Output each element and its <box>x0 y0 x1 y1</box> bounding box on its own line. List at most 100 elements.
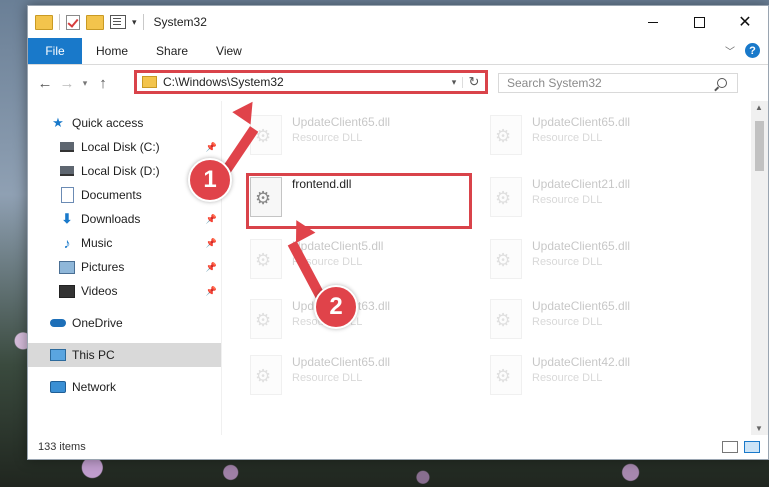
sidebar-item-label: Downloads <box>81 212 141 226</box>
file-type: Resource DLL <box>292 372 363 384</box>
address-dropdown-icon[interactable]: ▾ <box>446 76 463 88</box>
pin-icon[interactable]: 📌 <box>206 142 217 153</box>
file-name: UpdateClient65.dll <box>532 239 631 253</box>
tab-share[interactable]: Share <box>142 44 202 58</box>
search-input[interactable]: Search System32 <box>498 73 738 93</box>
sidebar-item-music[interactable]: ♪ Music 📌 <box>28 231 221 255</box>
sidebar-item-this-pc[interactable]: This PC <box>28 343 221 367</box>
new-folder-icon[interactable] <box>86 14 104 30</box>
title-divider <box>142 14 144 30</box>
back-arrow-icon[interactable]: ← <box>34 75 56 92</box>
file-item[interactable]: UpdateClient21.dll Resource DLL <box>482 173 712 225</box>
file-name: UpdateClient5.dll <box>292 239 384 253</box>
sidebar-item-label: Pictures <box>81 260 125 274</box>
documents-icon <box>59 187 75 203</box>
properties-icon[interactable] <box>110 15 126 29</box>
pin-icon[interactable]: 📌 <box>206 286 217 297</box>
sidebar-item-label: Videos <box>81 284 118 298</box>
file-type: Resource DLL <box>532 132 603 144</box>
close-button[interactable]: ✕ <box>722 6 768 38</box>
pin-icon[interactable]: 📌 <box>206 238 217 249</box>
customize-toolbar-caret-icon[interactable]: ▾ <box>132 17 137 28</box>
pictures-icon <box>59 260 75 274</box>
pin-icon[interactable]: 📌 <box>206 214 217 225</box>
scrollbar-thumb[interactable] <box>755 121 764 171</box>
drive-icon <box>59 164 75 178</box>
tab-home[interactable]: Home <box>82 44 142 58</box>
sidebar-item-local-disk-c[interactable]: Local Disk (C:) 📌 <box>28 135 221 159</box>
highlight-frame <box>246 173 472 229</box>
file-name: UpdateClient65.dll <box>292 355 391 369</box>
pc-icon <box>50 348 66 362</box>
videos-icon <box>59 284 75 298</box>
sidebar-item-label: Quick access <box>72 116 144 130</box>
details-view-icon[interactable] <box>722 441 738 453</box>
dll-file-icon <box>490 115 522 155</box>
quick-access-toolbar: ▾ <box>35 14 137 30</box>
file-item[interactable]: UpdateClient65.dll Resource DLL <box>482 111 712 163</box>
sidebar-item-videos[interactable]: Videos 📌 <box>28 279 221 303</box>
file-name: UpdateClient65.dll <box>292 115 391 129</box>
file-item[interactable]: UpdateClient42.dll Resource DLL <box>482 351 712 403</box>
music-icon: ♪ <box>63 235 71 251</box>
file-item[interactable]: UpdateClient5.dllResource DLL <box>242 235 472 287</box>
file-item[interactable]: UpdateClient65.dll Resource DLL <box>242 111 472 163</box>
window-title: System32 <box>153 15 207 29</box>
dll-file-icon <box>490 299 522 339</box>
checkmark-icon[interactable] <box>66 14 80 30</box>
sidebar-item-quick-access[interactable]: ★ Quick access <box>28 111 221 135</box>
address-bar[interactable]: C:\Windows\System32 ▾ ↻ <box>134 70 488 94</box>
folder-icon <box>35 14 53 30</box>
sidebar-item-onedrive[interactable]: OneDrive <box>28 311 221 335</box>
file-name: UpdateClient65.dll <box>532 299 631 313</box>
vertical-scrollbar[interactable]: ▲ ▼ <box>751 101 768 435</box>
dll-file-icon <box>250 239 282 279</box>
file-type: Resource DLL <box>532 316 603 328</box>
star-icon: ★ <box>52 115 64 130</box>
tab-file[interactable]: File <box>28 38 82 64</box>
file-item[interactable]: UpdateClient65.dll Resource DLL <box>482 295 712 347</box>
sidebar-item-label: Network <box>72 380 117 394</box>
recent-locations-icon[interactable]: ▾ <box>78 78 92 89</box>
maximize-button[interactable] <box>676 6 722 38</box>
file-item[interactable]: UpdateClient65.dll Resource DLL <box>482 235 712 287</box>
address-path[interactable]: C:\Windows\System32 <box>163 75 446 89</box>
expand-ribbon-icon[interactable]: ﹀ <box>725 43 735 58</box>
file-type: Resource DLL <box>532 256 603 268</box>
large-icons-view-icon[interactable] <box>744 441 760 453</box>
file-item[interactable]: UpdateClient65.dll Resource DLL <box>242 351 472 403</box>
network-icon <box>50 380 66 394</box>
search-placeholder[interactable]: Search System32 <box>507 76 717 90</box>
view-toggle <box>722 441 760 453</box>
help-button[interactable]: ? <box>745 43 760 58</box>
sidebar-item-label: Local Disk (D:) <box>81 164 160 178</box>
file-name: UpdateClient42.dll <box>532 355 631 369</box>
step-2-badge: 2 <box>314 285 358 329</box>
sidebar-item-network[interactable]: Network <box>28 375 221 399</box>
dll-file-icon <box>490 355 522 395</box>
refresh-icon[interactable]: ↻ <box>463 74 485 90</box>
downloads-icon: ⬇ <box>61 211 73 226</box>
tab-view[interactable]: View <box>202 44 256 58</box>
up-arrow-icon[interactable]: ↑ <box>92 75 114 92</box>
file-type: Resource DLL <box>292 132 363 144</box>
pin-icon[interactable]: 📌 <box>206 262 217 273</box>
sidebar-item-downloads[interactable]: ⬇ Downloads 📌 <box>28 207 221 231</box>
search-icon[interactable] <box>717 78 727 88</box>
scroll-down-icon[interactable]: ▼ <box>755 424 763 433</box>
sidebar-item-label: Music <box>81 236 113 250</box>
minimize-button[interactable] <box>630 6 676 38</box>
dll-file-icon <box>490 177 522 217</box>
file-type: Resource DLL <box>532 194 603 206</box>
forward-arrow-icon[interactable]: → <box>56 75 78 92</box>
navigation-pane: ★ Quick access Local Disk (C:) 📌 Local D… <box>28 101 221 435</box>
scroll-up-icon[interactable]: ▲ <box>755 103 763 112</box>
sidebar-item-pictures[interactable]: Pictures 📌 <box>28 255 221 279</box>
sidebar-item-label: Local Disk (C:) <box>81 140 160 154</box>
dll-file-icon <box>250 355 282 395</box>
title-bar: ▾ System32 ✕ <box>28 6 768 38</box>
folder-icon <box>142 76 157 88</box>
